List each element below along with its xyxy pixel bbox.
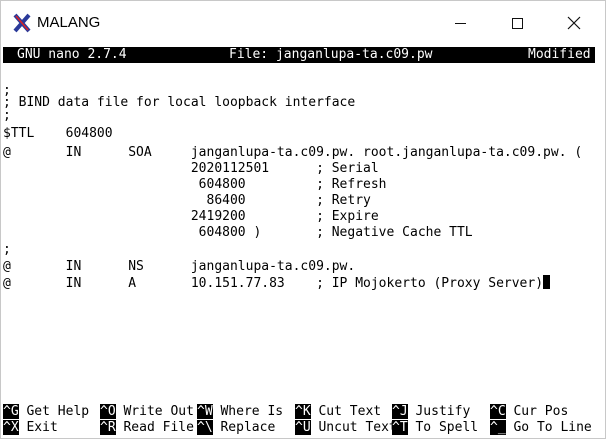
editor-line: 2419200 ; Expire [3, 209, 379, 224]
minimize-button[interactable] [437, 1, 483, 45]
shortcut-label: Exit [18, 420, 58, 435]
shortcut-key: ^G [3, 404, 19, 419]
shortcut-label: Write Out [115, 404, 194, 419]
nano-header: GNU nano 2.7.4 File: janganlupa-ta.c09.p… [3, 47, 595, 63]
shortcut-key: ^J [392, 404, 408, 419]
shortcut-cut-text[interactable]: ^K Cut Text [295, 404, 381, 420]
close-icon [567, 16, 581, 30]
terminal-area[interactable]: GNU nano 2.7.4 File: janganlupa-ta.c09.p… [1, 45, 605, 438]
shortcut-key: ^X [3, 420, 19, 435]
shortcut-label: Get Help [18, 404, 90, 419]
shortcut-key: ^T [392, 420, 408, 435]
editor-line: 604800 ) ; Negative Cache TTL [3, 225, 473, 240]
shortcut-label: Justify [407, 404, 471, 419]
shortcut-exit[interactable]: ^X Exit [3, 420, 58, 436]
shortcut-key: ^O [100, 404, 116, 419]
shortcut-uncut-text[interactable]: ^U Uncut Text [295, 420, 397, 436]
maximize-button[interactable] [494, 1, 540, 45]
shortcut-label: Cur Pos [505, 404, 569, 419]
shortcut-read-file[interactable]: ^R Read File [100, 420, 194, 436]
editor-line: ; BIND data file for local loopback inte… [3, 95, 356, 110]
shortcut-label: Read File [115, 420, 194, 435]
editor-line: ; [3, 108, 11, 123]
shortcut-get-help[interactable]: ^G Get Help [3, 404, 89, 420]
shortcut-label: Go To Line [505, 420, 592, 435]
shortcut-cur-pos[interactable]: ^C Cur Pos [490, 404, 568, 420]
editor-line: 604800 ; Refresh [3, 177, 387, 192]
shortcut-justify[interactable]: ^J Justify [392, 404, 470, 420]
shortcut-key: ^_ [490, 420, 506, 435]
nano-version: GNU nano 2.7.4 [17, 47, 127, 62]
editor-line: $TTL 604800 [3, 126, 113, 141]
shortcut-go-to-line[interactable]: ^_ Go To Line [490, 420, 592, 436]
editor-line: @ IN NS janganlupa-ta.c09.pw. [3, 259, 356, 274]
shortcut-key: ^C [490, 404, 506, 419]
shortcut-key: ^W [197, 404, 213, 419]
app-icon [13, 13, 31, 33]
terminal-window: MALANG GNU nano 2.7.4 File: janganlupa-t… [0, 0, 606, 439]
maximize-icon [511, 17, 523, 29]
shortcut-key: ^R [100, 420, 116, 435]
shortcut-key: ^K [295, 404, 311, 419]
shortcut-label: Where Is [212, 404, 284, 419]
window-title: MALANG [37, 14, 101, 31]
minimize-icon [454, 22, 466, 24]
shortcut-write-out[interactable]: ^O Write Out [100, 404, 194, 420]
editor-line: ; [3, 242, 11, 257]
editor-line: 86400 ; Retry [3, 193, 371, 208]
shortcut-label: Cut Text [310, 404, 382, 419]
file-name: File: janganlupa-ta.c09.pw [229, 47, 433, 62]
editor-line: @ IN A 10.151.77.83 ; IP Mojokerto (Prox… [3, 275, 551, 291]
title-bar[interactable]: MALANG [1, 1, 605, 45]
shortcut-replace[interactable]: ^\ Replace [197, 420, 275, 436]
editor-line: @ IN SOA janganlupa-ta.c09.pw. root.jang… [3, 145, 583, 160]
shortcut-label: Replace [212, 420, 276, 435]
editor-line: 2020112501 ; Serial [3, 161, 379, 176]
shortcut-label: Uncut Text [310, 420, 397, 435]
shortcut-where-is[interactable]: ^W Where Is [197, 404, 283, 420]
shortcut-to-spell[interactable]: ^T To Spell [392, 420, 478, 436]
shortcut-label: To Spell [407, 420, 479, 435]
shortcut-key: ^U [295, 420, 311, 435]
shortcut-key: ^\ [197, 420, 213, 435]
modified-status: Modified [528, 47, 591, 62]
close-button[interactable] [551, 1, 597, 45]
text-cursor [543, 275, 551, 289]
